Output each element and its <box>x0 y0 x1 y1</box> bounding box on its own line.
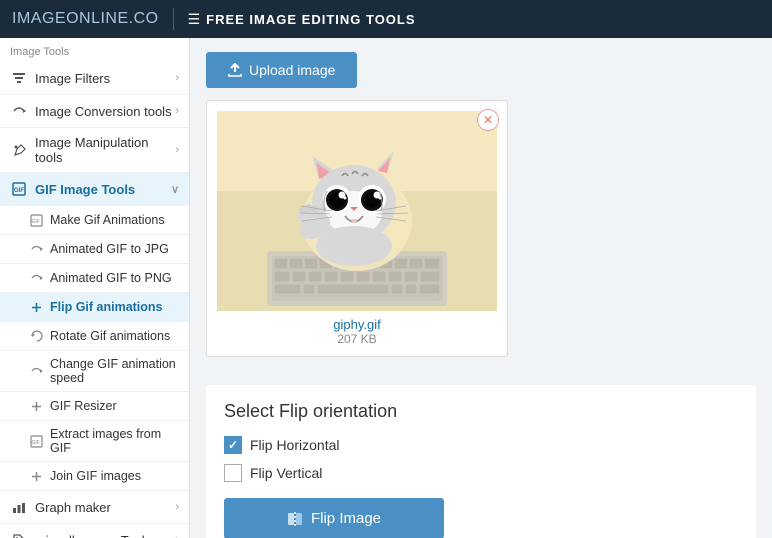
main-layout: Image Tools Image Filters › Image Conver… <box>0 38 772 538</box>
sidebar-item-label: Animated GIF to PNG <box>50 271 172 285</box>
gif-sub-icon: GIF <box>28 212 44 228</box>
flip-vertical-option: Flip Vertical <box>224 464 738 482</box>
sidebar: Image Tools Image Filters › Image Conver… <box>0 38 190 538</box>
header-divider <box>173 8 174 30</box>
svg-text:GIF: GIF <box>31 440 39 446</box>
sidebar-item-join-gif[interactable]: Join GIF images <box>0 462 189 491</box>
sidebar-item-misc-tools[interactable]: miscellaneous Tools › <box>0 524 189 538</box>
sidebar-item-flip-gif[interactable]: Flip Gif animations <box>0 293 189 322</box>
sidebar-item-label: Image Filters <box>35 71 110 86</box>
sidebar-item-image-conversion[interactable]: Image Conversion tools › <box>0 95 189 128</box>
sidebar-item-label: Join GIF images <box>50 469 141 483</box>
sidebar-item-rotate-gif[interactable]: Rotate Gif animations <box>0 322 189 351</box>
wrench-icon <box>10 141 28 159</box>
sidebar-item-label: Image Manipulation tools <box>35 135 175 165</box>
logo: IMAGEONLINE.CO <box>12 10 159 28</box>
flip-horizontal-checkbox[interactable] <box>224 436 242 454</box>
extract-icon: GIF <box>28 433 44 449</box>
convert-icon <box>10 102 28 120</box>
image-preview <box>217 111 497 311</box>
chart-icon <box>10 498 28 516</box>
sidebar-item-extract-gif[interactable]: GIF Extract images from GIF <box>0 421 189 462</box>
hamburger-icon: ☰ <box>188 11 201 28</box>
sidebar-item-label: GIF Resizer <box>50 399 117 413</box>
sidebar-item-gif-speed[interactable]: Change GIF animation speed <box>0 351 189 392</box>
sidebar-item-label: Extract images from GIF <box>50 427 179 455</box>
svg-text:GIF: GIF <box>31 219 39 225</box>
flip-horizontal-option: Flip Horizontal <box>224 436 738 454</box>
sidebar-item-label: GIF Image Tools <box>35 182 135 197</box>
upload-button[interactable]: Upload image <box>206 52 357 88</box>
tag-icon <box>10 531 28 538</box>
convert-sub-icon <box>28 241 44 257</box>
speed-icon <box>28 363 44 379</box>
app-header: IMAGEONLINE.CO ☰ FREE IMAGE EDITING TOOL… <box>0 0 772 38</box>
sidebar-item-gif-resizer[interactable]: GIF Resizer <box>0 392 189 421</box>
plus-icon <box>28 299 44 315</box>
svg-text:GIF: GIF <box>14 188 24 194</box>
chevron-icon: › <box>175 144 179 156</box>
flip-section-title: Select Flip orientation <box>224 401 738 422</box>
upload-icon <box>228 63 242 77</box>
flip-image-button[interactable]: Flip Image <box>224 498 444 538</box>
content-area: Upload image <box>190 38 772 538</box>
filter-icon <box>10 69 28 87</box>
join-icon <box>28 468 44 484</box>
chevron-icon: › <box>175 501 179 513</box>
flip-vertical-label: Flip Vertical <box>250 465 322 481</box>
sidebar-item-graph-maker[interactable]: Graph maker › <box>0 491 189 524</box>
flip-image-btn-label: Flip Image <box>311 510 381 527</box>
close-image-button[interactable]: ✕ <box>477 109 499 131</box>
upload-button-label: Upload image <box>249 62 335 78</box>
resizer-icon <box>28 398 44 414</box>
chevron-icon: › <box>175 105 179 117</box>
sidebar-item-image-manipulation[interactable]: Image Manipulation tools › <box>0 128 189 173</box>
sidebar-section-title: Image Tools <box>0 38 189 62</box>
flip-vertical-checkbox[interactable] <box>224 464 242 482</box>
sidebar-item-label: Image Conversion tools <box>35 104 172 119</box>
sidebar-item-label: Animated GIF to JPG <box>50 242 169 256</box>
sidebar-item-image-filters[interactable]: Image Filters › <box>0 62 189 95</box>
sidebar-item-make-gif[interactable]: GIF Make Gif Animations <box>0 206 189 235</box>
image-preview-container: giphy.gif 207 KB ✕ <box>206 100 508 357</box>
gif-icon: GIF <box>10 180 28 198</box>
image-filesize: 207 KB <box>337 332 376 346</box>
chevron-down-icon: ∨ <box>171 183 179 196</box>
sidebar-item-gif-to-jpg[interactable]: Animated GIF to JPG <box>0 235 189 264</box>
sidebar-item-label: Change GIF animation speed <box>50 357 179 385</box>
rotate-icon <box>28 328 44 344</box>
sidebar-item-label: Graph maker <box>35 500 111 515</box>
sidebar-item-label: Flip Gif animations <box>50 300 163 314</box>
flip-horizontal-label: Flip Horizontal <box>250 437 339 453</box>
logo-bold: IMAGE <box>12 10 66 27</box>
chevron-icon: › <box>175 72 179 84</box>
flip-section: Select Flip orientation Flip Horizontal … <box>206 385 756 538</box>
header-title: FREE IMAGE EDITING TOOLS <box>206 12 415 27</box>
sidebar-item-gif-to-png[interactable]: Animated GIF to PNG <box>0 264 189 293</box>
image-filename: giphy.gif <box>333 317 380 332</box>
sidebar-item-label: Rotate Gif animations <box>50 329 170 343</box>
sidebar-item-gif-tools[interactable]: GIF GIF Image Tools ∨ <box>0 173 189 206</box>
sidebar-item-label: Make Gif Animations <box>50 213 165 227</box>
convert-sub-icon2 <box>28 270 44 286</box>
chevron-icon: › <box>175 534 179 538</box>
flip-btn-icon <box>287 511 303 527</box>
sidebar-item-label: miscellaneous Tools <box>35 533 151 538</box>
